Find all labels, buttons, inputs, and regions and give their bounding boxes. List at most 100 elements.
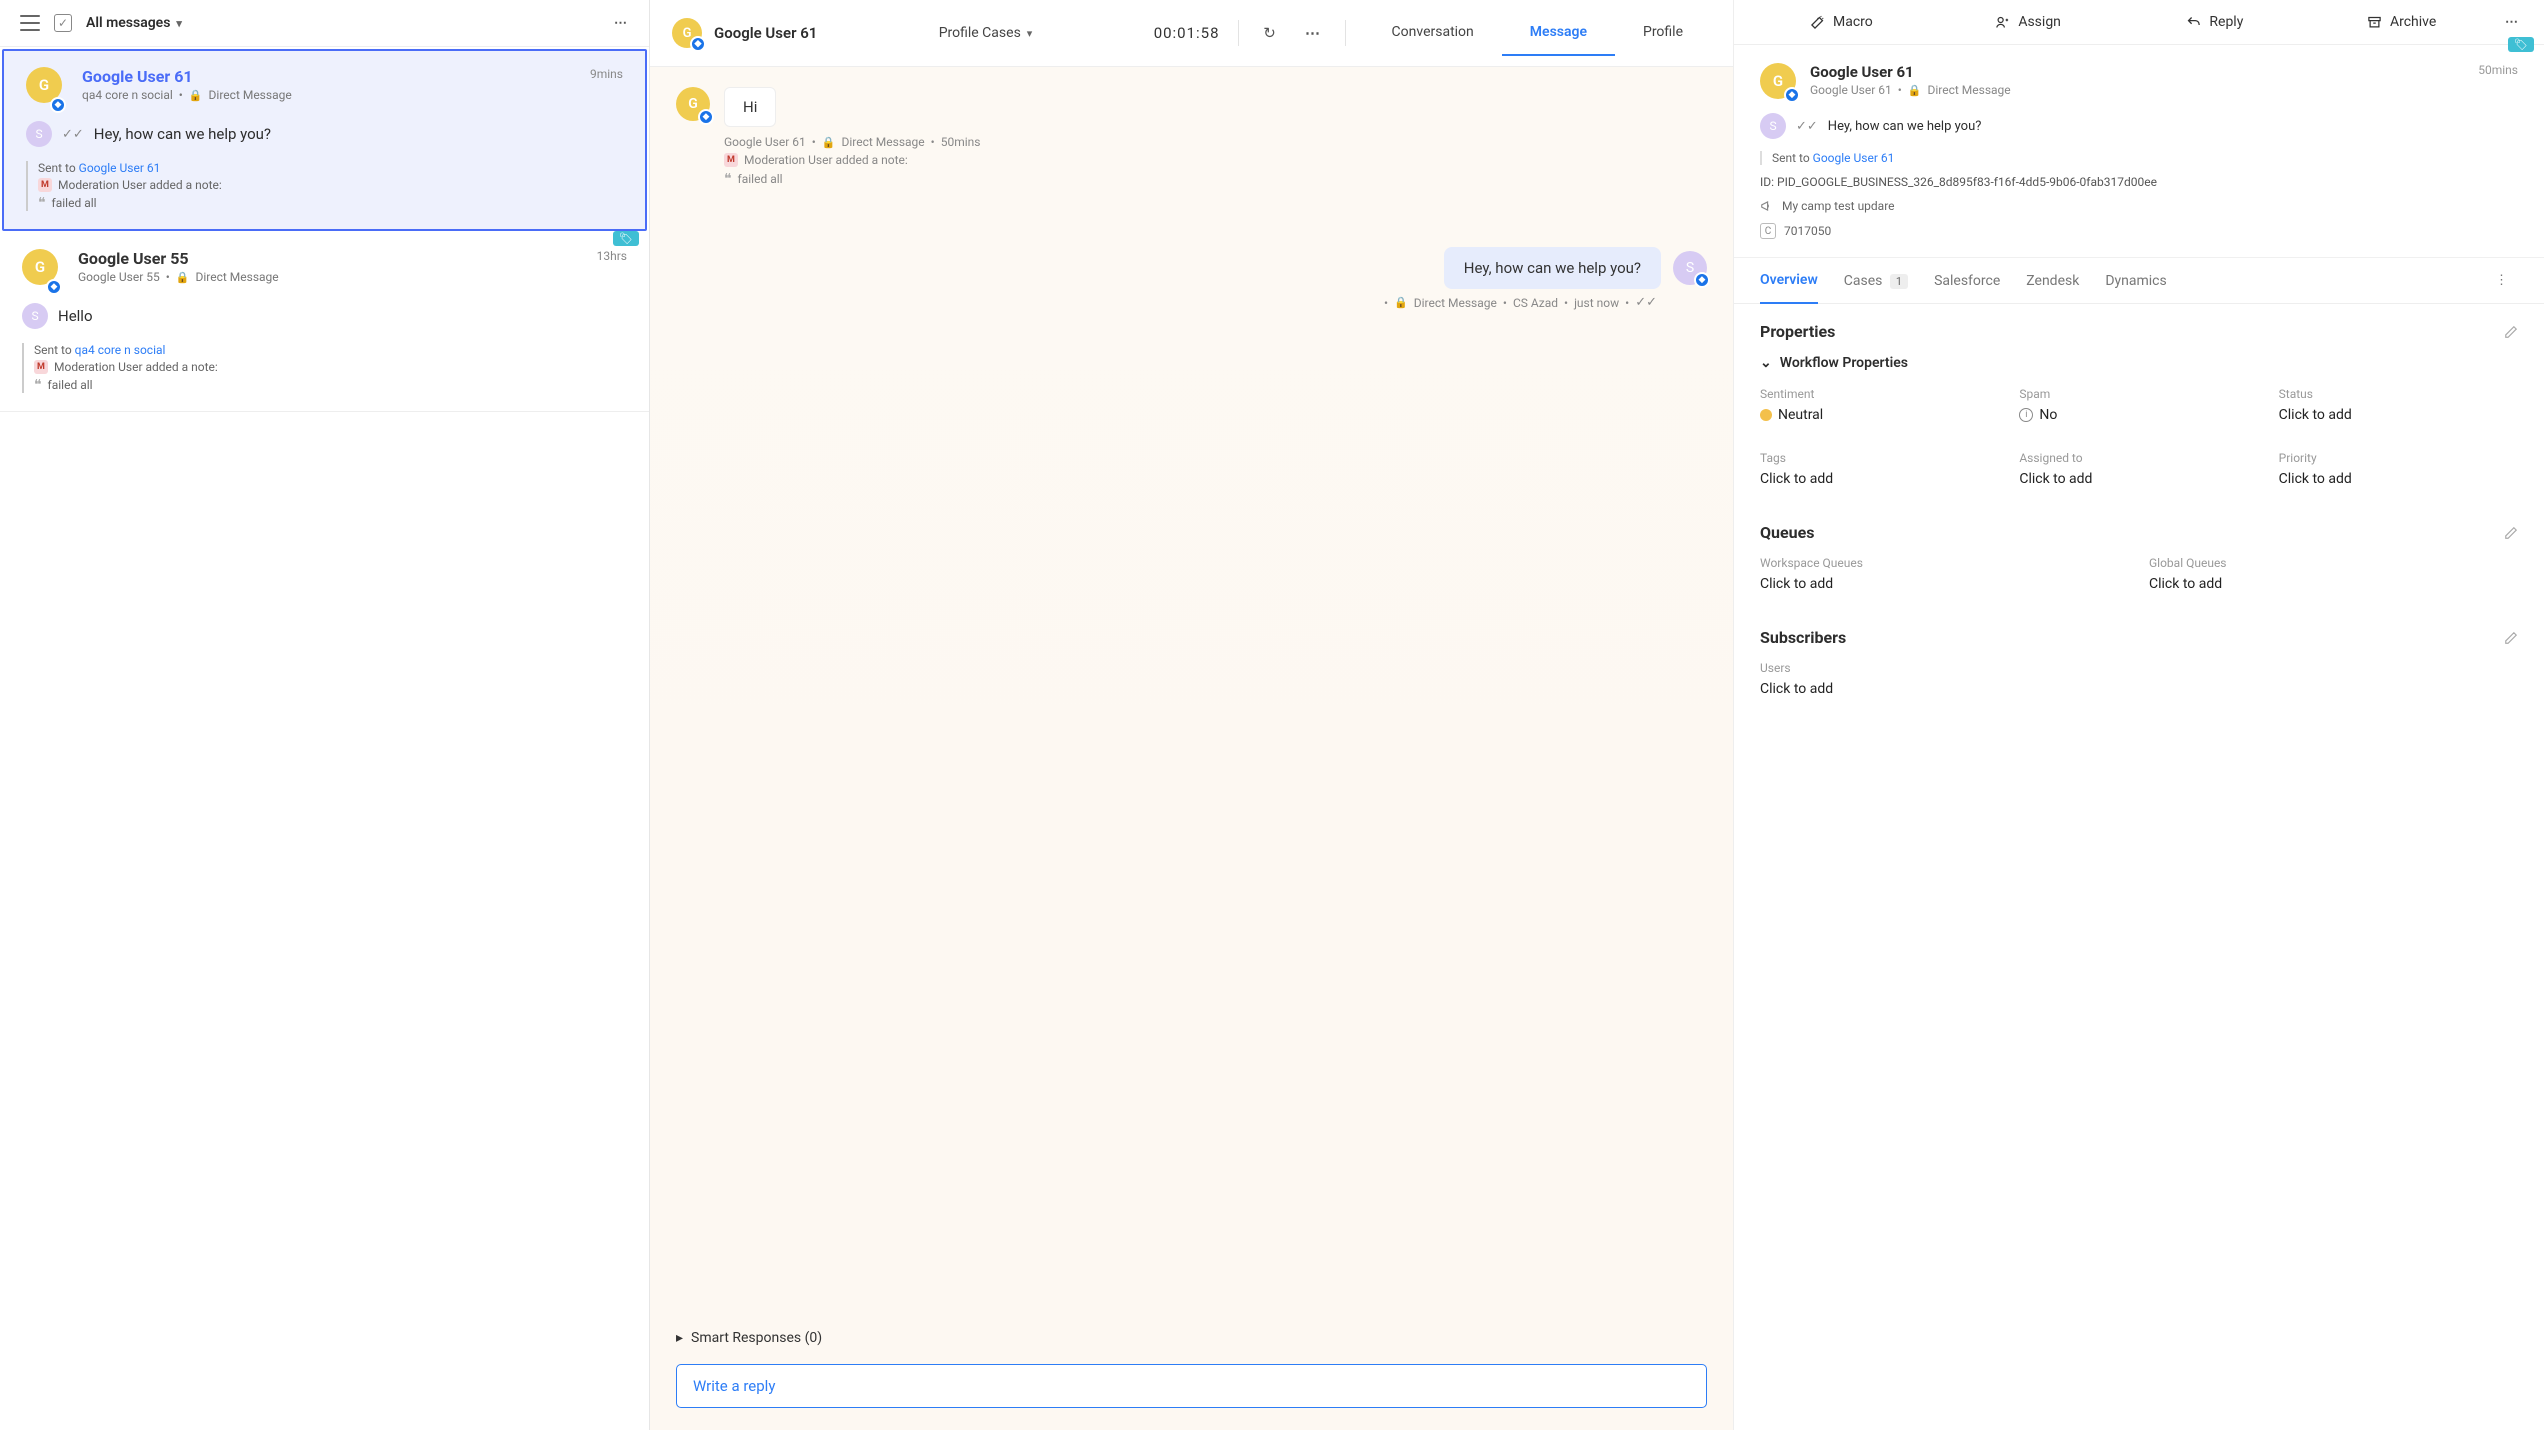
google-badge-icon: ◆ xyxy=(1784,87,1800,103)
select-all-checkbox[interactable]: ✓ xyxy=(54,14,72,32)
property-tags[interactable]: Tags Click to add xyxy=(1760,451,1999,487)
edit-icon[interactable] xyxy=(2504,325,2518,339)
sent-to-link[interactable]: Google User 61 xyxy=(1813,151,1895,165)
edit-icon[interactable] xyxy=(2504,631,2518,645)
message-note: M Moderation User added a note: xyxy=(724,153,1707,167)
delivered-icon: ✓✓ xyxy=(62,127,84,142)
google-badge-icon: ◆ xyxy=(1694,272,1710,288)
sent-to-link[interactable]: qa4 core n social xyxy=(75,343,166,357)
message-bubble[interactable]: Hey, how can we help you? xyxy=(1444,247,1661,289)
detail-case-id: C 7017050 xyxy=(1760,223,2518,239)
more-tabs-icon[interactable]: ⋮ xyxy=(2485,263,2518,298)
refresh-icon[interactable]: ↻ xyxy=(1257,20,1283,46)
conversation-list: G ◆ Google User 61 qa4 core n social • 🔒… xyxy=(0,47,649,1430)
tab-salesforce[interactable]: Salesforce xyxy=(1934,259,2000,303)
section-title-text: Properties xyxy=(1760,322,1835,341)
details-panel: Macro Assign Reply Archive ⋯ xyxy=(1734,0,2544,1430)
incoming-message: G ◆ Hi xyxy=(676,87,1707,127)
subscribers-section: Subscribers Users Click to add xyxy=(1734,610,2544,715)
assign-button[interactable]: Assign xyxy=(1935,0,2122,44)
conversation-header: G ◆ Google User 61 Profile Cases ▾ 00:01… xyxy=(650,0,1733,67)
tab-zendesk[interactable]: Zendesk xyxy=(2026,259,2079,303)
lock-icon: 🔒 xyxy=(176,271,190,284)
conversation-name: Google User 55 xyxy=(78,249,627,268)
more-options-icon[interactable]: ⋯ xyxy=(1301,20,1327,46)
agent-avatar: S ◆ xyxy=(1673,251,1707,285)
detail-tabs: Conversation Message Profile xyxy=(1364,10,1711,56)
archive-icon xyxy=(2367,15,2382,30)
reply-input[interactable]: Write a reply xyxy=(676,1364,1707,1408)
subscribers-users[interactable]: Users Click to add xyxy=(1760,661,2129,697)
more-options-icon[interactable]: ⋯ xyxy=(2495,15,2530,30)
tab-message[interactable]: Message xyxy=(1502,10,1615,56)
message-area: G ◆ Hi Google User 61• 🔒 Direct Message•… xyxy=(650,67,1733,1320)
message-note-text: ❝ failed all xyxy=(724,171,1707,187)
agent-avatar: S xyxy=(26,121,52,147)
reply-button[interactable]: Reply xyxy=(2122,0,2309,44)
conversation-meta: qa4 core n social • 🔒 Direct Message xyxy=(82,88,623,102)
tab-dynamics[interactable]: Dynamics xyxy=(2105,259,2166,303)
reply-icon xyxy=(2186,15,2201,30)
lock-icon: 🔒 xyxy=(189,89,203,102)
workspace-queues[interactable]: Workspace Queues Click to add xyxy=(1760,556,2129,592)
header-user[interactable]: G ◆ Google User 61 xyxy=(672,18,817,48)
message-meta: Google User 61• 🔒 Direct Message• 50mins xyxy=(724,135,1707,149)
queues-section: Queues Workspace Queues Click to add Glo… xyxy=(1734,505,2544,610)
property-priority[interactable]: Priority Click to add xyxy=(2279,451,2518,487)
filter-dropdown[interactable]: All messages ▾ xyxy=(86,15,182,31)
sent-to-link[interactable]: Google User 61 xyxy=(79,161,161,175)
detail-sub-tabs: Overview Cases 1 Salesforce Zendesk Dyna… xyxy=(1734,258,2544,304)
property-status[interactable]: Status Click to add xyxy=(2279,387,2518,423)
outgoing-message: Hey, how can we help you? S ◆ xyxy=(676,247,1707,289)
conversation-item[interactable]: 🏷 G ◆ Google User 55 Google User 55 • 🔒 … xyxy=(0,233,649,412)
property-sentiment[interactable]: Sentiment Neutral xyxy=(1760,387,1999,423)
chevron-down-icon: ⌄ xyxy=(1760,355,1772,371)
google-badge-icon: ◆ xyxy=(50,97,66,113)
google-badge-icon: ◆ xyxy=(46,279,62,295)
global-queues[interactable]: Global Queues Click to add xyxy=(2149,556,2518,592)
message-bubble[interactable]: Hi xyxy=(724,87,776,127)
detail-id-row: ID: PID_GOOGLE_BUSINESS_326_8d895f83-f16… xyxy=(1760,175,2518,189)
agent-avatar: S xyxy=(1760,113,1786,139)
menu-icon[interactable] xyxy=(20,15,40,31)
profile-cases-dropdown[interactable]: Profile Cases ▾ xyxy=(939,25,1033,41)
properties-section: Properties ⌄ Workflow Properties Sentime… xyxy=(1734,304,2544,505)
quote-icon: ❝ xyxy=(38,195,46,211)
sender-avatar: G ◆ xyxy=(676,87,710,121)
smart-responses-toggle[interactable]: ▸ Smart Responses (0) xyxy=(650,1320,1733,1356)
workflow-properties-toggle[interactable]: ⌄ Workflow Properties xyxy=(1760,355,2518,371)
divider xyxy=(1238,20,1239,46)
quote-icon: ❝ xyxy=(724,171,732,187)
detail-campaign: My camp test updare xyxy=(1760,199,2518,213)
user-avatar: G ◆ xyxy=(672,18,702,48)
lock-icon: 🔒 xyxy=(1394,296,1408,309)
property-assigned-to[interactable]: Assigned to Click to add xyxy=(2019,451,2258,487)
session-timer: 00:01:58 xyxy=(1154,24,1220,42)
assign-icon xyxy=(1995,15,2010,30)
cases-count-badge: 1 xyxy=(1890,274,1908,289)
conversation-time: 13hrs xyxy=(597,249,627,263)
delivered-icon: ✓✓ xyxy=(1796,119,1818,134)
conversation-preview: S ✓✓ Hey, how can we help you? xyxy=(26,121,623,147)
moderation-badge-icon: M xyxy=(34,360,48,374)
section-title-text: Subscribers xyxy=(1760,628,1846,647)
conversation-item[interactable]: G ◆ Google User 61 qa4 core n social • 🔒… xyxy=(2,49,647,231)
lock-icon: 🔒 xyxy=(1908,84,1922,97)
macro-button[interactable]: Macro xyxy=(1748,0,1935,44)
tab-cases[interactable]: Cases 1 xyxy=(1844,259,1908,303)
google-badge-icon: ◆ xyxy=(698,109,714,125)
archive-button[interactable]: Archive xyxy=(2308,0,2495,44)
tab-profile[interactable]: Profile xyxy=(1615,10,1711,56)
property-spam[interactable]: Spam iNo xyxy=(2019,387,2258,423)
edit-icon[interactable] xyxy=(2504,526,2518,540)
agent-avatar: S xyxy=(22,303,48,329)
tab-conversation[interactable]: Conversation xyxy=(1364,10,1502,56)
megaphone-icon xyxy=(1760,199,1774,213)
message-detail-card: G ◆ Google User 61 Google User 61• 🔒 Dir… xyxy=(1734,45,2544,258)
conversation-note: Sent to qa4 core n social MModeration Us… xyxy=(22,343,627,393)
conversation-note: Sent to Google User 61 MModeration User … xyxy=(26,161,623,211)
more-options-icon[interactable]: ⋯ xyxy=(614,16,629,31)
quote-icon: ❝ xyxy=(34,377,42,393)
detail-time: 50mins xyxy=(2478,63,2518,99)
tab-overview[interactable]: Overview xyxy=(1760,258,1818,304)
